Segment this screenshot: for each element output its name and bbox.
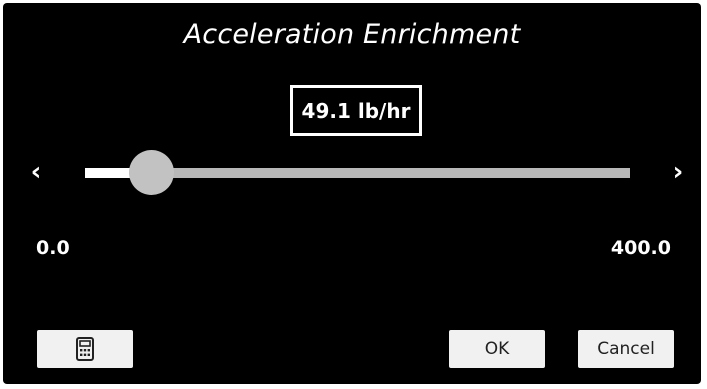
range-max-label: 400.0	[610, 237, 671, 259]
range-min-label: 0.0	[36, 237, 70, 259]
cancel-button[interactable]: Cancel	[578, 330, 674, 368]
chevron-right-icon[interactable]: ›	[667, 159, 689, 185]
calculator-button[interactable]	[37, 330, 133, 368]
slider-thumb[interactable]	[129, 150, 175, 195]
value-display: 49.1 lb/hr	[290, 85, 422, 136]
chevron-left-icon[interactable]: ‹	[25, 159, 47, 185]
dialog-title: Acceleration Enrichment	[183, 19, 521, 50]
dialog-screen: Acceleration Enrichment 49.1 lb/hr ‹ › 0…	[3, 3, 701, 384]
ok-button[interactable]: OK	[449, 330, 545, 368]
calculator-icon	[76, 337, 94, 361]
